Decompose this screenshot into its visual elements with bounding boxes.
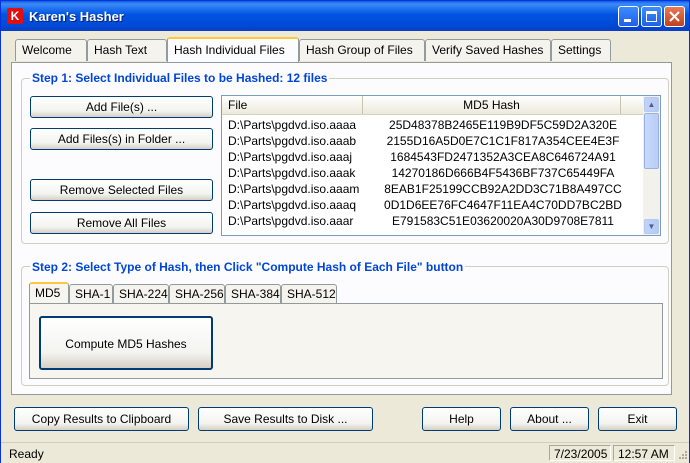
status-time: 12:57 AM	[613, 445, 675, 461]
remove-all-files-button[interactable]: Remove All Files	[30, 212, 213, 234]
tab-verify-saved-hashes[interactable]: Verify Saved Hashes	[425, 39, 551, 61]
main-window: K Karen's Hasher Welcome Hash Text Hash …	[0, 0, 690, 463]
about-button[interactable]: About ...	[510, 407, 589, 431]
status-date: 7/23/2005	[549, 445, 611, 461]
list-scrollbar[interactable]: ▲ ▼	[643, 96, 660, 235]
exit-button[interactable]: Exit	[598, 407, 677, 431]
chevron-down-icon: ▼	[647, 222, 656, 231]
tab-sha-1[interactable]: SHA-1	[69, 284, 113, 304]
tab-sha-256[interactable]: SHA-256	[169, 284, 225, 304]
maximize-icon	[646, 11, 657, 22]
help-button[interactable]: Help	[422, 407, 501, 431]
tab-hash-text[interactable]: Hash Text	[87, 39, 167, 61]
tab-sha-512[interactable]: SHA-512	[281, 284, 337, 304]
chevron-up-icon: ▲	[647, 100, 656, 109]
add-files-button[interactable]: Add File(s) ...	[30, 96, 213, 118]
close-button[interactable]	[664, 6, 685, 27]
compute-md5-hashes-button[interactable]: Compute MD5 Hashes	[39, 316, 213, 370]
minimize-icon	[624, 19, 631, 22]
step2-title: Step 2: Select Type of Hash, then Click …	[30, 260, 466, 274]
copy-results-button[interactable]: Copy Results to Clipboard	[14, 407, 189, 431]
scroll-thumb[interactable]	[644, 113, 659, 169]
tab-settings[interactable]: Settings	[551, 39, 611, 61]
status-bar: Ready 7/23/2005 12:57 AM	[1, 442, 689, 463]
resize-grip-icon[interactable]	[677, 449, 688, 460]
title-bar[interactable]: K Karen's Hasher	[1, 1, 689, 31]
tab-welcome[interactable]: Welcome	[15, 39, 87, 61]
tab-md5[interactable]: MD5	[29, 282, 69, 305]
file-hash-list[interactable]: File MD5 Hash D:\Parts\pgdvd.iso.aaaa 25D…	[221, 95, 661, 236]
scroll-down-button[interactable]: ▼	[644, 219, 659, 234]
tab-hash-group-of-files[interactable]: Hash Group of Files	[299, 39, 425, 61]
add-files-in-folder-button[interactable]: Add Files(s) in Folder ...	[30, 128, 213, 150]
remove-selected-files-button[interactable]: Remove Selected Files	[30, 179, 213, 201]
step1-title: Step 1: Select Individual Files to be Ha…	[30, 71, 330, 85]
save-results-button[interactable]: Save Results to Disk ...	[198, 407, 373, 431]
window-title: Karen's Hasher	[29, 9, 124, 24]
app-icon: K	[7, 8, 23, 24]
list-header: File MD5 Hash	[222, 96, 643, 115]
column-header-file[interactable]: File	[222, 96, 363, 114]
scroll-up-button[interactable]: ▲	[644, 97, 659, 112]
minimize-button[interactable]	[618, 6, 639, 27]
column-header-md5-hash[interactable]: MD5 Hash	[363, 96, 621, 114]
tab-sha-224[interactable]: SHA-224	[113, 284, 169, 304]
tab-sha-384[interactable]: SHA-384	[225, 284, 281, 304]
maximize-button[interactable]	[641, 6, 662, 27]
status-text: Ready	[9, 447, 44, 461]
tab-hash-individual-files[interactable]: Hash Individual Files	[167, 37, 299, 62]
close-icon	[669, 11, 680, 22]
